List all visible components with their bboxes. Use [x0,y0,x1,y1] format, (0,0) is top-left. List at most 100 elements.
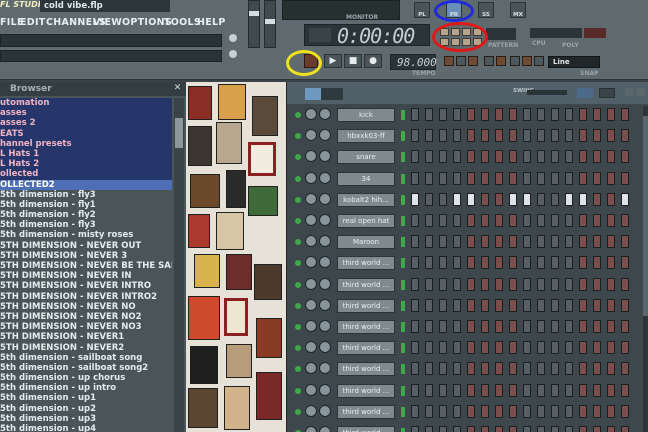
volume-knob[interactable] [319,404,331,417]
step-button[interactable] [411,235,419,249]
step-button[interactable] [551,256,559,270]
step-button[interactable] [411,383,419,397]
step-button[interactable] [537,214,545,227]
step-button[interactable] [593,108,601,121]
menu-tools[interactable]: TOOLS [164,14,201,31]
step-button[interactable] [607,171,615,185]
step-button[interactable] [495,426,503,432]
browser-file-item[interactable]: 5th dimension - sailboat song2 [0,363,172,373]
step-button[interactable] [621,362,629,376]
browser-file-item[interactable]: 5TH DIMENSION - NEVER2 [0,343,172,353]
step-button[interactable] [593,235,601,249]
step-button[interactable] [509,108,517,121]
channel-name-button[interactable]: kobalt2 hih... [337,192,395,207]
step-button[interactable] [453,214,461,227]
step-button[interactable] [551,108,559,121]
step-button[interactable] [495,404,503,418]
step-button[interactable] [579,404,587,418]
step-button[interactable] [509,404,517,418]
step-button[interactable] [509,171,517,185]
step-button[interactable] [565,298,573,312]
browser-folder-item[interactable]: hannel presets [0,138,172,149]
step-button[interactable] [579,341,587,355]
step-button[interactable] [481,129,489,143]
channel-name-button[interactable]: third world ... [337,362,395,377]
step-button[interactable] [481,298,489,312]
step-button[interactable] [537,383,545,397]
step-button[interactable] [551,426,559,432]
channel-name-button[interactable]: third world ... [337,341,395,356]
volume-knob[interactable] [319,298,331,311]
step-button[interactable] [551,129,559,143]
panning-knob[interactable] [305,320,317,332]
step-button[interactable] [509,235,517,249]
step-button[interactable] [411,171,419,185]
step-button[interactable] [565,235,573,249]
step-button[interactable] [467,150,475,164]
step-button[interactable] [537,341,545,355]
step-button[interactable] [467,341,475,355]
volume-knob[interactable] [319,214,331,226]
step-button[interactable] [453,192,461,206]
browser-folder-item[interactable]: L Hats 1 [0,148,172,160]
step-button[interactable] [565,129,573,143]
channel-mute-led[interactable] [295,302,301,309]
browser-file-item[interactable]: 5th dimension - fly1 [0,200,172,210]
step-button[interactable] [621,298,629,312]
step-button[interactable] [523,341,531,355]
panning-knob[interactable] [305,362,317,375]
step-button[interactable] [621,256,629,270]
step-button[interactable] [453,341,461,355]
channel-name-button[interactable]: hbxxk03-ff [337,129,395,144]
step-button[interactable] [607,404,615,418]
step-button[interactable] [509,362,517,376]
browser-file-item[interactable]: 5th dimension - up3 [0,414,172,424]
step-button[interactable] [481,426,489,432]
step-button[interactable] [551,171,559,185]
channel-name-button[interactable]: third world ... [337,320,395,334]
step-button[interactable] [593,256,601,270]
step-button[interactable] [481,256,489,270]
step-button[interactable] [481,235,489,249]
step-button[interactable] [425,383,433,397]
step-button[interactable] [495,298,503,312]
step-button[interactable] [425,256,433,270]
blend-notes-button[interactable] [522,56,532,66]
step-button[interactable] [439,341,447,355]
step-button[interactable] [425,150,433,164]
step-button[interactable] [467,171,475,185]
step-button[interactable] [579,298,587,312]
step-button[interactable] [593,214,601,227]
volume-knob[interactable] [319,129,331,142]
channel-select-led[interactable] [401,428,405,432]
step-button[interactable] [509,320,517,333]
browser-file-item[interactable]: 5th dimension - up intro [0,383,172,393]
browser-file-item[interactable]: 5th dimension - up1 [0,393,172,403]
step-button[interactable] [481,277,489,291]
step-button[interactable] [565,404,573,418]
step-button[interactable] [467,192,475,206]
step-button[interactable] [523,235,531,249]
step-button[interactable] [593,277,601,291]
stop-button[interactable]: ■ [344,54,362,68]
step-button[interactable] [537,235,545,249]
step-button[interactable] [495,214,503,227]
step-button[interactable] [453,404,461,418]
channel-select-led[interactable] [401,131,405,142]
channel-select-led[interactable] [401,194,405,205]
step-button[interactable] [509,256,517,270]
channel-name-button[interactable]: snare [337,150,395,165]
panning-knob[interactable] [305,404,317,417]
step-button[interactable] [453,320,461,333]
step-button[interactable] [523,129,531,143]
step-button[interactable] [579,150,587,164]
browser-scrollbar[interactable] [174,98,184,432]
step-button[interactable] [537,150,545,164]
channel-name-button[interactable]: third world ... [337,426,395,432]
step-button[interactable] [593,362,601,376]
step-button[interactable] [509,214,517,227]
step-button[interactable] [467,108,475,121]
step-button[interactable] [579,171,587,185]
panning-knob[interactable] [305,235,317,248]
step-button[interactable] [593,404,601,418]
